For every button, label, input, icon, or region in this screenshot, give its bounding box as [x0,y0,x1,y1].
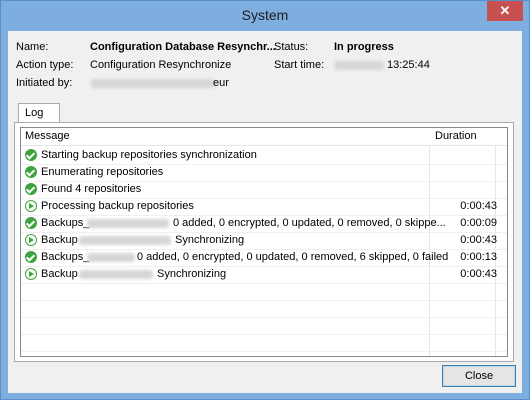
status-label: Status: [274,41,309,53]
action-type-value: Configuration Resynchronize [90,59,232,71]
log-duration: 0:00:09 [460,217,497,229]
log-header: Message Duration [21,128,507,146]
column-header-message[interactable]: Message [25,130,70,142]
log-row[interactable]: Enumerating repositories [21,164,507,182]
log-duration: 0:00:43 [460,268,497,280]
log-duration: 0:00:13 [460,251,497,263]
success-check-icon [25,166,37,178]
log-message: Found 4 repositories [41,183,142,195]
log-panel: Message Duration Starting backup reposit… [14,122,514,362]
log-message-suffix: Synchronizing [157,268,227,280]
log-row[interactable]: Processing backup repositories 0:00:43 [21,198,507,216]
log-list[interactable]: Message Duration Starting backup reposit… [20,127,508,357]
name-value: Configuration Database Resynchr... [90,41,276,53]
log-message-suffix: Synchronizing [175,234,245,246]
log-row[interactable]: Backups_ 0 added, 0 encrypted, 0 updated… [21,215,507,233]
log-duration: 0:00:43 [460,200,497,212]
log-message-prefix: Backups_ [41,251,90,263]
redacted-start-date [334,61,384,70]
dialog-body: Name: Configuration Database Resynchr...… [8,31,522,393]
initiated-by-label: Initiated by: [16,77,73,89]
action-type-label: Action type: [16,59,74,71]
redacted-repo-name [87,219,169,228]
redacted-repo-name [87,253,135,262]
column-header-duration[interactable]: Duration [435,130,477,142]
redacted-user [91,79,215,88]
close-button[interactable]: Close [442,365,516,387]
log-message-suffix: 0 added, 0 encrypted, 0 updated, 0 remov… [137,251,449,263]
log-row[interactable]: Found 4 repositories [21,181,507,199]
tab-log[interactable]: Log [18,103,60,123]
log-message: Processing backup repositories [41,200,194,212]
redacted-repo-name [79,270,153,279]
success-check-icon [25,251,37,263]
log-message-suffix: 0 added, 0 encrypted, 0 updated, 0 remov… [173,217,446,229]
log-duration: 0:00:43 [460,234,497,246]
title-bar[interactable]: System ✕ [1,1,529,31]
window-title: System [241,7,289,23]
log-row[interactable]: Backup Synchronizing 0:00:43 [21,266,507,284]
status-value: In progress [334,41,394,53]
empty-row [21,283,507,301]
log-row[interactable]: Starting backup repositories synchroniza… [21,147,507,165]
running-play-icon [25,234,37,246]
log-row[interactable]: Backup Synchronizing 0:00:43 [21,232,507,250]
log-message-prefix: Backup [41,268,78,280]
log-message-prefix: Backup [41,234,78,246]
log-message: Starting backup repositories synchroniza… [41,149,257,161]
log-message-prefix: Backups_ [41,217,90,229]
empty-row [21,317,507,335]
success-check-icon [25,183,37,195]
empty-row [21,300,507,318]
running-play-icon [25,200,37,212]
start-time-label: Start time: [274,59,325,71]
initiated-by-suffix: eur [213,77,229,89]
success-check-icon [25,149,37,161]
log-row[interactable]: Backups_ 0 added, 0 encrypted, 0 updated… [21,249,507,267]
running-play-icon [25,268,37,280]
empty-row [21,334,507,352]
name-label: Name: [16,41,49,53]
start-time-value: 13:25:44 [387,59,430,71]
system-dialog: System ✕ Name: Configuration Database Re… [0,0,530,400]
log-message: Enumerating repositories [41,166,164,178]
redacted-repo-name [79,236,171,245]
tab-log-label: Log [25,107,44,119]
window-close-icon[interactable]: ✕ [487,1,523,21]
success-check-icon [25,217,37,229]
